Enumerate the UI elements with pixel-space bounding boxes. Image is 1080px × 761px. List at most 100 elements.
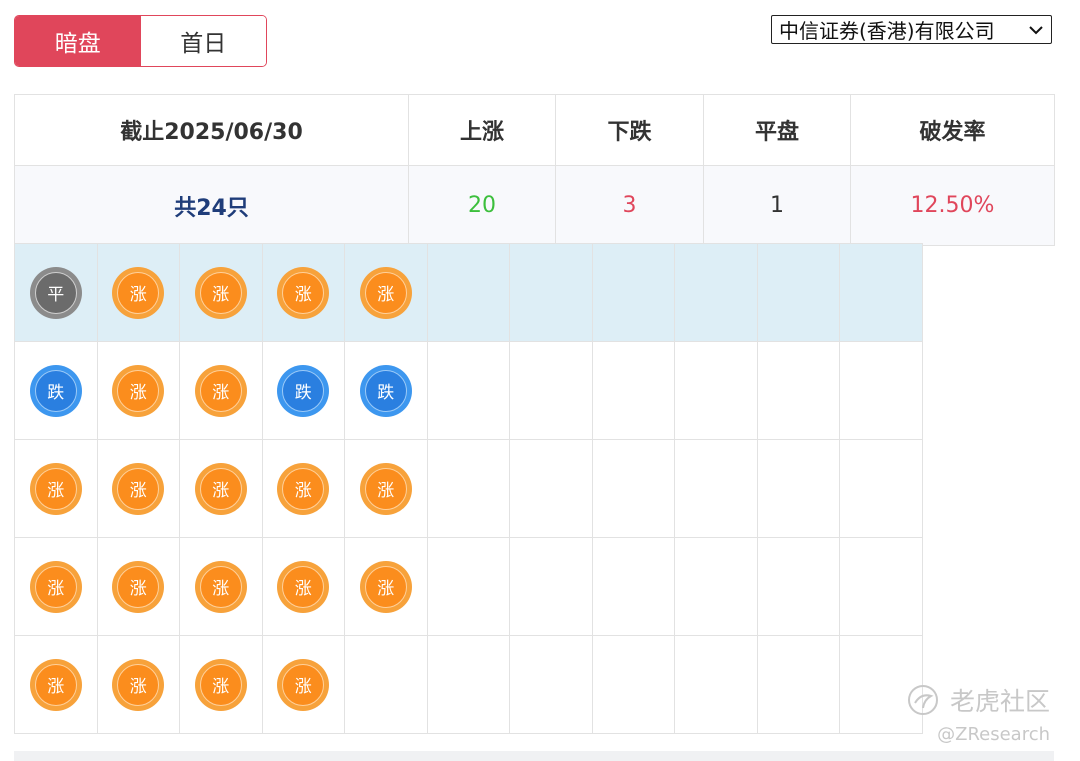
watermark-text: 老虎社区 <box>950 687 1051 716</box>
grid-cell: 涨 <box>262 538 345 636</box>
coin-label: 涨 <box>117 467 160 510</box>
coin-label: 涨 <box>282 565 325 608</box>
grid-cell <box>592 342 675 440</box>
grid-cell <box>840 538 923 636</box>
grid-cell <box>757 244 840 342</box>
grid-cell <box>510 636 593 734</box>
grid-cell <box>675 636 758 734</box>
coin-label: 跌 <box>364 369 407 412</box>
tab-first-day[interactable]: 首日 <box>140 16 266 66</box>
rise-coin-icon[interactable]: 涨 <box>29 462 82 515</box>
coin-label: 涨 <box>282 467 325 510</box>
coin-label: 涨 <box>199 467 242 510</box>
rise-coin-icon[interactable]: 涨 <box>277 462 330 515</box>
up-count: 20 <box>408 165 556 246</box>
total-count: 共24只 <box>14 165 409 246</box>
coin-label: 涨 <box>117 271 160 314</box>
coin-label: 涨 <box>364 565 407 608</box>
rise-coin-icon[interactable]: 涨 <box>29 658 82 711</box>
coin-label: 涨 <box>117 369 160 412</box>
coin-label: 平 <box>34 271 77 314</box>
grid-cell: 涨 <box>262 636 345 734</box>
grid-cell <box>757 538 840 636</box>
grid-cell: 涨 <box>345 440 428 538</box>
rise-coin-icon[interactable]: 涨 <box>112 364 165 417</box>
coin-label: 涨 <box>364 271 407 314</box>
grid-cell <box>427 636 510 734</box>
ipo-result-grid: 平涨涨涨涨跌涨涨跌跌涨涨涨涨涨涨涨涨涨涨涨涨涨涨 <box>14 243 923 734</box>
coin-label: 涨 <box>117 663 160 706</box>
rise-coin-icon[interactable]: 涨 <box>112 658 165 711</box>
grid-cell <box>510 538 593 636</box>
broker-dropdown[interactable]: 中信证券(香港)有限公司 <box>771 15 1052 44</box>
header-up: 上涨 <box>408 94 556 166</box>
grid-cell: 涨 <box>180 538 263 636</box>
grid-cell: 涨 <box>97 342 180 440</box>
tiger-logo-icon <box>908 685 938 715</box>
header-date: 截止2025/06/30 <box>14 94 409 166</box>
watermark-handle: @ZResearch <box>937 724 1051 745</box>
coin-label: 涨 <box>34 663 77 706</box>
grid-cell: 涨 <box>180 636 263 734</box>
grid-cell <box>510 244 593 342</box>
grid-cell: 涨 <box>97 244 180 342</box>
flat-count: 1 <box>703 165 851 246</box>
rise-coin-icon[interactable]: 涨 <box>112 266 165 319</box>
grid-cell <box>427 244 510 342</box>
coin-label: 涨 <box>117 565 160 608</box>
market-tabs: 暗盘 首日 <box>14 15 267 67</box>
grid-cell: 平 <box>15 244 98 342</box>
rise-coin-icon[interactable]: 涨 <box>194 462 247 515</box>
header-break-rate: 破发率 <box>850 94 1055 166</box>
rise-coin-icon[interactable]: 涨 <box>359 266 412 319</box>
rise-coin-icon[interactable]: 涨 <box>359 560 412 613</box>
rise-coin-icon[interactable]: 涨 <box>277 658 330 711</box>
grid-cell <box>427 342 510 440</box>
grid-cell <box>427 538 510 636</box>
grid-cell <box>757 342 840 440</box>
summary-header-row: 截止2025/06/30 上涨 下跌 平盘 破发率 <box>14 94 1055 166</box>
fall-coin-icon[interactable]: 跌 <box>277 364 330 417</box>
grid-cell <box>840 440 923 538</box>
rise-coin-icon[interactable]: 涨 <box>112 462 165 515</box>
rise-coin-icon[interactable]: 涨 <box>359 462 412 515</box>
coin-label: 涨 <box>364 467 407 510</box>
grid-cell: 跌 <box>15 342 98 440</box>
coin-label: 涨 <box>199 663 242 706</box>
coin-label: 跌 <box>282 369 325 412</box>
flat-coin-icon[interactable]: 平 <box>29 266 82 319</box>
fall-coin-icon[interactable]: 跌 <box>359 364 412 417</box>
rise-coin-icon[interactable]: 涨 <box>29 560 82 613</box>
grid-cell <box>427 440 510 538</box>
summary-value-row: 共24只 20 3 1 12.50% <box>14 165 1055 246</box>
rise-coin-icon[interactable]: 涨 <box>194 266 247 319</box>
grid-cell <box>675 440 758 538</box>
grid-cell <box>592 440 675 538</box>
break-rate: 12.50% <box>850 165 1055 246</box>
grid-cell: 涨 <box>180 440 263 538</box>
rise-coin-icon[interactable]: 涨 <box>112 560 165 613</box>
grid-cell: 涨 <box>97 636 180 734</box>
rise-coin-icon[interactable]: 涨 <box>194 560 247 613</box>
down-count: 3 <box>555 165 704 246</box>
grid-cell: 涨 <box>15 538 98 636</box>
tab-grey-market[interactable]: 暗盘 <box>15 16 141 66</box>
grid-cell <box>840 342 923 440</box>
coin-label: 涨 <box>199 565 242 608</box>
grid-cell: 涨 <box>180 244 263 342</box>
grid-cell <box>675 244 758 342</box>
fall-coin-icon[interactable]: 跌 <box>29 364 82 417</box>
header-down: 下跌 <box>555 94 704 166</box>
grid-cell <box>345 636 428 734</box>
grid-cell <box>592 244 675 342</box>
grid-cell: 涨 <box>180 342 263 440</box>
coin-label: 涨 <box>34 467 77 510</box>
grid-cell: 涨 <box>15 440 98 538</box>
rise-coin-icon[interactable]: 涨 <box>194 364 247 417</box>
rise-coin-icon[interactable]: 涨 <box>194 658 247 711</box>
rise-coin-icon[interactable]: 涨 <box>277 560 330 613</box>
rise-coin-icon[interactable]: 涨 <box>277 266 330 319</box>
grid-cell <box>510 440 593 538</box>
grid-cell <box>757 636 840 734</box>
grid-cell: 涨 <box>262 440 345 538</box>
